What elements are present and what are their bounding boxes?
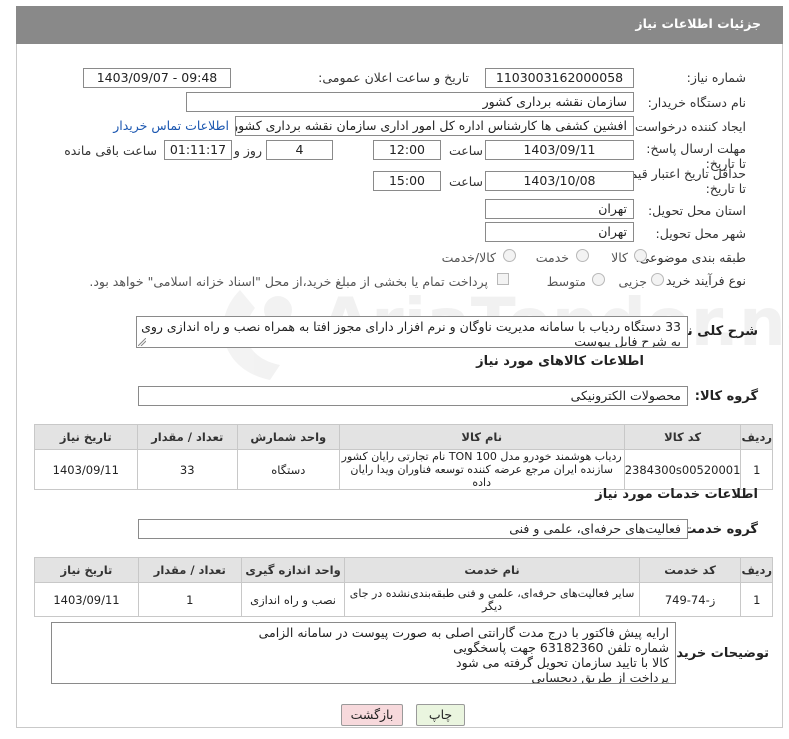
row-qty: 1	[137, 582, 242, 617]
row-date: 1403/09/11	[34, 449, 138, 490]
services-group-label: گروه خدمت:	[678, 522, 758, 537]
col-date: تاریخ نیاز	[34, 557, 139, 583]
buyer-note-line-3: کالا با تایید سازمان تحویل گرفته می شود	[456, 655, 669, 670]
validity-time-field: 15:00	[373, 171, 441, 191]
validity-time-label: ساعت	[448, 174, 483, 189]
category-option-goods-service: کالا/خدمت	[441, 250, 496, 265]
buyer-note-line-4: پرداخت از طریق دیجسابی	[531, 670, 669, 684]
process-radio-medium[interactable]	[592, 273, 605, 286]
row-name-line-2: سازنده ایران مرجع عرضه کننده توسعه فناور…	[350, 463, 613, 489]
col-name: نام خدمت	[344, 557, 640, 583]
col-name: نام کالا	[338, 424, 625, 450]
row-name-line-1: سایر فعالیت‌های حرفه‌ای، علمی و فنی طبقه…	[349, 586, 635, 600]
buyer-field: سازمان نقشه برداری کشور	[186, 92, 634, 112]
col-unit: واحد شمارش	[236, 424, 340, 450]
col-index: ردیف	[740, 424, 773, 450]
process-radio-minor[interactable]	[651, 273, 664, 286]
process-label: نوع فرآیند خرید :	[657, 273, 746, 288]
col-index: ردیف	[740, 557, 773, 583]
need-number-label: شماره نیاز:	[686, 70, 746, 85]
validity-date-field: 1403/10/08	[485, 171, 634, 191]
goods-group-field: محصولات الکترونیکی	[138, 386, 688, 406]
deadline-date-field: 1403/09/11	[485, 140, 634, 160]
city-label: شهر محل تحویل:	[655, 226, 746, 241]
creator-field: افشین کشفی ها کارشناس اداره کل امور ادار…	[235, 116, 634, 136]
page-title: جزئیات اطلاعات نیاز	[635, 16, 761, 31]
announce-field: 1403/09/07 - 09:48	[83, 68, 231, 88]
announce-label: تاریخ و ساعت اعلان عمومی:	[318, 70, 469, 85]
panel-header: جزئیات اطلاعات نیاز	[16, 6, 783, 44]
deadline-time-field: 12:00	[373, 140, 441, 160]
table-row: 1 ز-74-749 سایر فعالیت‌های حرفه‌ای، علمی…	[34, 582, 773, 617]
buyer-label: نام دستگاه خریدار:	[647, 95, 746, 110]
goods-table-header: ردیف کد کالا نام کالا واحد شمارش تعداد /…	[34, 424, 773, 450]
row-name: ردیاب هوشمند خودرو مدل TON 100 نام تجارت…	[338, 449, 625, 490]
days-label: روز و	[233, 143, 262, 158]
row-unit: نصب و راه اندازی	[240, 582, 346, 617]
need-number-field: 1103003162000058	[485, 68, 634, 88]
deadline-time-label: ساعت	[448, 143, 483, 158]
row-code: 2384300s00520001	[623, 449, 742, 490]
row-name-line-2: دیگر	[481, 599, 503, 613]
col-code: کد کالا	[623, 424, 742, 450]
province-field: تهران	[485, 199, 634, 219]
treasury-payment-note: پرداخت تمام یا بخشی از مبلغ خرید،از محل …	[89, 274, 488, 289]
row-date: 1403/09/11	[34, 582, 139, 617]
col-code: کد خدمت	[638, 557, 742, 583]
province-label: استان محل تحویل:	[647, 203, 746, 218]
time-remaining-field: 01:11:17	[164, 140, 232, 160]
row-name: سایر فعالیت‌های حرفه‌ای، علمی و فنی طبقه…	[344, 582, 640, 617]
back-button[interactable]: بازگشت	[341, 704, 403, 726]
category-label: طبقه بندی موضوعی:	[635, 250, 746, 265]
category-radio-goods-service[interactable]	[503, 249, 516, 262]
goods-section-title: اطلاعات کالاهای مورد نیاز	[476, 354, 644, 369]
time-remaining-label: ساعت باقی مانده	[64, 143, 157, 158]
table-row: 1 2384300s00520001 ردیاب هوشمند خودرو مد…	[34, 449, 773, 490]
category-radio-goods[interactable]	[634, 249, 647, 262]
resize-handle-icon[interactable]	[138, 338, 146, 346]
row-index: 1	[740, 582, 773, 617]
col-unit: واحد اندازه گیری	[240, 557, 346, 583]
category-radio-service[interactable]	[576, 249, 589, 262]
services-section-title: اطلاعات خدمات مورد نیاز	[595, 487, 758, 502]
row-qty: 33	[136, 449, 238, 490]
col-qty: تعداد / مقدار	[136, 424, 238, 450]
col-qty: تعداد / مقدار	[137, 557, 242, 583]
row-index: 1	[740, 449, 773, 490]
details-panel	[16, 6, 783, 728]
buyer-note-line-1: ارایه پیش فاکتور با درج مدت گارانتی اصلی…	[258, 625, 669, 640]
print-button[interactable]: چاپ	[416, 704, 465, 726]
creator-label: ایجاد کننده درخواست:	[630, 119, 746, 134]
days-remaining-field: 4	[266, 140, 333, 160]
row-unit: دستگاه	[236, 449, 340, 490]
col-date: تاریخ نیاز	[34, 424, 138, 450]
category-option-service: خدمت	[535, 250, 569, 265]
row-code: ز-74-749	[638, 582, 742, 617]
services-table-header: ردیف کد خدمت نام خدمت واحد اندازه گیری ت…	[34, 557, 773, 583]
buyer-contact-link[interactable]: اطلاعات تماس خریدار	[113, 118, 229, 133]
services-group-field: فعالیت‌های حرفه‌ای، علمی و فنی	[138, 519, 688, 539]
description-textarea: 33 دستگاه ردیاب با سامانه مدیریت ناوگان …	[136, 316, 688, 348]
city-field: تهران	[485, 222, 634, 242]
category-option-goods: کالا	[611, 250, 628, 265]
process-option-minor: جزیی	[618, 274, 647, 289]
treasury-payment-checkbox[interactable]	[497, 273, 509, 285]
goods-table: ردیف کد کالا نام کالا واحد شمارش تعداد /…	[34, 424, 773, 490]
services-table: ردیف کد خدمت نام خدمت واحد اندازه گیری ت…	[34, 557, 773, 617]
description-line-1: 33 دستگاه ردیاب با سامانه مدیریت ناوگان …	[137, 319, 681, 334]
goods-group-label: گروه کالا:	[694, 389, 758, 404]
process-option-medium: متوسط	[546, 274, 586, 289]
row-name-line-1: ردیاب هوشمند خودرو مدل TON 100 نام تجارت…	[341, 450, 622, 463]
description-line-2: به شرح فایل پیوست	[574, 334, 681, 348]
buyer-notes-textarea: ارایه پیش فاکتور با درج مدت گارانتی اصلی…	[51, 622, 676, 684]
buyer-note-line-2: شماره تلفن 63182360 جهت پاسخگویی	[453, 640, 669, 655]
